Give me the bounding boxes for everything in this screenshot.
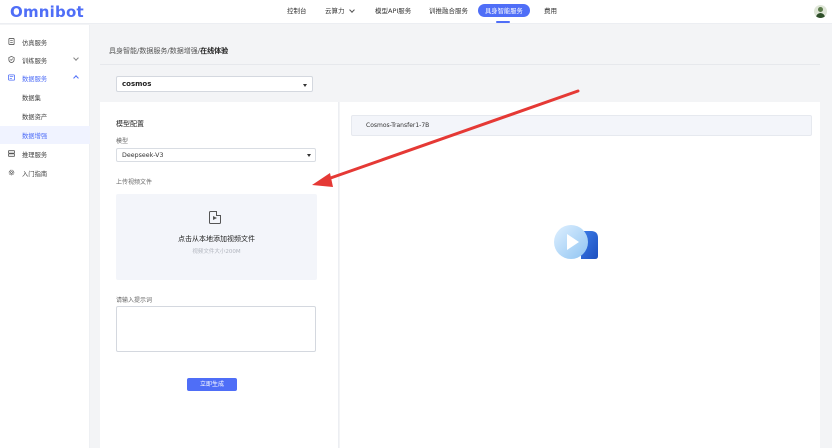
shield-check-icon [8, 56, 15, 63]
sidebar-item-simulation[interactable]: 仿真服务 [0, 33, 90, 51]
server-icon [8, 150, 15, 157]
service-select-value: cosmos [122, 80, 152, 88]
generate-button[interactable]: 立即生成 [187, 378, 237, 391]
caret-down-icon [307, 154, 311, 157]
video-upload-area[interactable]: 点击从本地添加视频文件 视频文件大小200M [116, 194, 317, 280]
sidebar-item-training[interactable]: 训练服务 [0, 51, 90, 69]
sidebar-item-getting-started[interactable]: 入门指南 [0, 164, 90, 182]
gear-icon [8, 169, 15, 176]
chevron-down-icon [348, 7, 355, 13]
preview-panel [340, 102, 820, 448]
sidebar-item-label: 推理服务 [22, 152, 48, 159]
nav-item-train-infer[interactable]: 训推融合服务 [429, 5, 468, 15]
sidebar-item-label: 仿真服务 [22, 40, 48, 47]
active-tab-indicator [496, 21, 510, 23]
chevron-down-icon [73, 55, 79, 61]
breadcrumb-path[interactable]: 具身智能/数据服务/数据增强/ [109, 47, 200, 55]
video-file-icon [209, 211, 221, 224]
sidebar-item-data-service[interactable]: 数据服务 [0, 69, 90, 87]
sidebar-item-data-augmentation[interactable]: 数据增强 [0, 126, 90, 144]
breadcrumb-current: 在线体验 [200, 47, 229, 55]
dataset-icon [8, 74, 15, 81]
video-play-logo-icon [554, 225, 598, 259]
user-avatar[interactable] [814, 5, 827, 18]
sidebar-item-label: 入门指南 [22, 171, 48, 178]
nav-item-console[interactable]: 控制台 [287, 5, 307, 15]
top-bar: Omnibot 控制台 云算力 模型API服务 训推融合服务 具身智能服务 费用 [0, 0, 832, 24]
caret-down-icon [303, 84, 307, 87]
upload-label: 上传视频文件 [116, 179, 153, 186]
sidebar-item-label: 数据资产 [22, 114, 48, 121]
service-select[interactable]: cosmos [116, 76, 313, 92]
prompt-input[interactable] [116, 306, 316, 352]
chevron-up-icon [73, 75, 79, 81]
model-name: Cosmos-Transfer1-7B [366, 122, 430, 129]
nav-item-billing[interactable]: 费用 [544, 5, 557, 15]
sidebar-item-label: 数据集 [22, 95, 41, 102]
divider [100, 64, 820, 65]
sidebar-item-label: 数据增强 [22, 133, 48, 140]
upload-title: 点击从本地添加视频文件 [178, 235, 255, 243]
sidebar-item-inference[interactable]: 推理服务 [0, 145, 90, 163]
model-select[interactable]: Deepseek-V3 [116, 148, 316, 162]
nav-item-cloud-compute-label: 云算力 [325, 7, 345, 15]
model-name-bar: Cosmos-Transfer1-7B [351, 115, 812, 136]
sidebar-item-label: 数据服务 [22, 76, 48, 83]
section-title: 模型配置 [116, 120, 144, 128]
sidebar-item-label: 训练服务 [22, 58, 48, 65]
omnibot-logo[interactable]: Omnibot [10, 3, 84, 21]
prompt-label: 请输入提示词 [116, 297, 153, 304]
sidebar-item-data-assets[interactable]: 数据资产 [0, 107, 90, 125]
sidebar: 仿真服务 训练服务 数据服务 数据集 数据资产 数据增强 推理服务 入门指南 [0, 25, 90, 448]
model-select-value: Deepseek-V3 [122, 152, 164, 159]
nav-item-cloud-compute[interactable]: 云算力 [325, 5, 355, 15]
upload-hint: 视频文件大小200M [192, 249, 241, 255]
nav-item-model-api[interactable]: 模型API服务 [375, 5, 411, 15]
nav-item-embodied-ai[interactable]: 具身智能服务 [478, 4, 530, 17]
model-label: 模型 [116, 138, 129, 145]
sidebar-item-dataset[interactable]: 数据集 [0, 88, 90, 106]
document-icon [8, 38, 15, 45]
breadcrumb: 具身智能/数据服务/数据增强/在线体验 [109, 46, 228, 56]
